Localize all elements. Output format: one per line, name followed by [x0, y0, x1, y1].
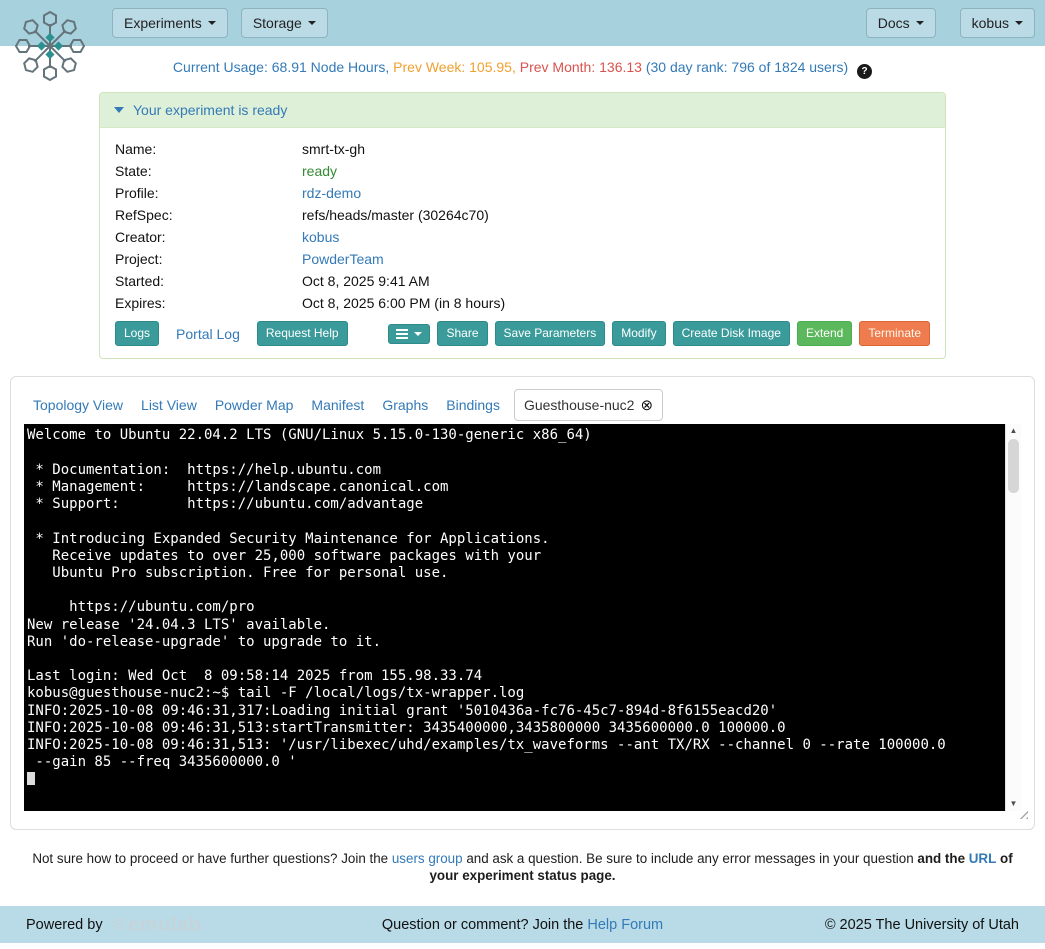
- detail-label: Expires:: [115, 292, 302, 314]
- detail-row-state: State: ready: [115, 160, 930, 182]
- experiment-actions-right: Share Save Parameters Modify Create Disk…: [388, 321, 930, 346]
- experiment-name: smrt-tx-gh: [302, 138, 365, 160]
- view-tabs: Topology View List View Powder Map Manif…: [24, 389, 1021, 421]
- detail-row-creator: Creator: kobus: [115, 226, 930, 248]
- tab-manifest[interactable]: Manifest: [302, 389, 373, 421]
- close-tab-icon[interactable]: ⊗: [640, 398, 653, 413]
- experiment-state: ready: [302, 160, 337, 182]
- align-justify-icon: [396, 333, 408, 335]
- help-note-text-1: Not sure how to proceed or have further …: [32, 851, 388, 866]
- storage-menu-label: Storage: [253, 14, 302, 33]
- detail-row-expires: Expires: Oct 8, 2025 6:00 PM (in 8 hours…: [115, 292, 930, 314]
- users-group-link[interactable]: users group: [392, 851, 463, 866]
- usage-prev-week: Prev Week: 105.95,: [393, 59, 516, 75]
- list-dropdown-button[interactable]: [388, 324, 430, 344]
- detail-label: RefSpec:: [115, 204, 302, 226]
- navbar-left: Experiments Storage: [112, 8, 328, 39]
- creator-link[interactable]: kobus: [302, 226, 339, 248]
- modify-button[interactable]: Modify: [612, 321, 665, 346]
- ssh-terminal[interactable]: Welcome to Ubuntu 22.04.2 LTS (GNU/Linux…: [24, 424, 1005, 811]
- detail-label: Project:: [115, 248, 302, 270]
- terminal-area: Welcome to Ubuntu 22.04.2 LTS (GNU/Linux…: [24, 424, 1021, 811]
- experiment-details: Name: smrt-tx-gh State: ready Profile: r…: [100, 128, 945, 358]
- tab-bindings[interactable]: Bindings: [437, 389, 509, 421]
- help-icon[interactable]: ?: [857, 64, 872, 79]
- save-parameters-button[interactable]: Save Parameters: [495, 321, 606, 346]
- usage-current: Current Usage: 68.91 Node Hours,: [173, 59, 389, 75]
- tab-topology-view[interactable]: Topology View: [24, 389, 132, 421]
- detail-label: Started:: [115, 270, 302, 292]
- tab-guesthouse-nuc2[interactable]: Guesthouse-nuc2 ⊗: [514, 389, 663, 421]
- user-menu-button[interactable]: kobus: [960, 8, 1035, 39]
- caret-down-icon: [916, 21, 924, 25]
- portal-log-link[interactable]: Portal Log: [176, 326, 240, 342]
- experiment-status-header[interactable]: Your experiment is ready: [100, 93, 945, 128]
- help-note-bold-1: and the: [917, 851, 965, 866]
- share-button[interactable]: Share: [437, 321, 487, 346]
- usage-summary: Current Usage: 68.91 Node Hours, Prev We…: [0, 59, 1045, 79]
- detail-row-name: Name: smrt-tx-gh: [115, 138, 930, 160]
- started-value: Oct 8, 2025 9:41 AM: [302, 270, 430, 292]
- detail-row-profile: Profile: rdz-demo: [115, 182, 930, 204]
- caret-down-icon: [208, 21, 216, 25]
- detail-row-project: Project: PowderTeam: [115, 248, 930, 270]
- experiment-actions: Logs Portal Log Request Help Share Save …: [115, 321, 930, 346]
- experiments-menu-button[interactable]: Experiments: [112, 8, 228, 39]
- refspec-value: refs/heads/master (30264c70): [302, 204, 489, 226]
- experiment-status-title: Your experiment is ready: [133, 102, 287, 118]
- extend-button[interactable]: Extend: [797, 321, 852, 346]
- docs-menu-label: Docs: [878, 14, 910, 33]
- terminal-cursor: [27, 772, 35, 785]
- footer-question-text: Question or comment? Join the: [382, 917, 584, 933]
- usage-prev-month: Prev Month: 136.13: [520, 59, 642, 75]
- experiment-view-panel: Topology View List View Powder Map Manif…: [10, 376, 1035, 830]
- detail-row-started: Started: Oct 8, 2025 9:41 AM: [115, 270, 930, 292]
- top-navbar: Experiments Storage Docs kobus: [0, 0, 1045, 46]
- project-link[interactable]: PowderTeam: [302, 248, 384, 270]
- gear-icon: ⚙: [111, 916, 127, 933]
- profile-link[interactable]: rdz-demo: [302, 182, 361, 204]
- help-note: Not sure how to proceed or have further …: [20, 850, 1025, 884]
- detail-label: State:: [115, 160, 302, 182]
- logs-button[interactable]: Logs: [115, 321, 159, 346]
- help-note-text-2: and ask a question. Be sure to include a…: [466, 851, 913, 866]
- emulab-wordmark: emulab: [128, 915, 201, 935]
- terminal-scrollbar[interactable]: ▲ ▼: [1005, 424, 1021, 811]
- expires-value: Oct 8, 2025 6:00 PM (in 8 hours): [302, 292, 505, 314]
- emulab-logo[interactable]: ⚙ emulab: [111, 915, 202, 935]
- scrollbar-thumb[interactable]: [1008, 439, 1019, 493]
- powered-by-label: Powered by: [26, 917, 103, 933]
- footer-bar: Powered by ⚙ emulab Question or comment?…: [0, 906, 1045, 943]
- storage-menu-button[interactable]: Storage: [241, 8, 328, 39]
- snowflake-icon: [10, 6, 90, 86]
- caret-down-icon: [414, 332, 422, 336]
- docs-menu-button[interactable]: Docs: [866, 8, 936, 39]
- collapse-caret-icon: [114, 107, 124, 113]
- tab-list-view[interactable]: List View: [132, 389, 206, 421]
- detail-label: Profile:: [115, 182, 302, 204]
- caret-down-icon: [1015, 21, 1023, 25]
- scroll-up-icon[interactable]: ▲: [1006, 424, 1021, 438]
- caret-down-icon: [308, 21, 316, 25]
- detail-row-refspec: RefSpec: refs/heads/master (30264c70): [115, 204, 930, 226]
- create-disk-image-button[interactable]: Create Disk Image: [673, 321, 790, 346]
- help-forum-link[interactable]: Help Forum: [587, 917, 663, 933]
- powder-logo[interactable]: [10, 6, 90, 86]
- terminal-output: Welcome to Ubuntu 22.04.2 LTS (GNU/Linux…: [27, 427, 946, 770]
- active-tab-label: Guesthouse-nuc2: [524, 397, 635, 413]
- tab-powder-map[interactable]: Powder Map: [206, 389, 303, 421]
- detail-label: Creator:: [115, 226, 302, 248]
- navbar-right: Docs kobus: [866, 8, 1035, 39]
- scroll-down-icon[interactable]: ▼: [1006, 797, 1021, 811]
- status-page-url-link[interactable]: URL: [969, 851, 997, 866]
- request-help-button[interactable]: Request Help: [257, 321, 348, 346]
- copyright-text: © 2025 The University of Utah: [825, 917, 1019, 933]
- user-menu-label: kobus: [972, 14, 1009, 33]
- usage-rank: (30 day rank: 796 of 1824 users): [646, 59, 848, 75]
- terminate-button[interactable]: Terminate: [859, 321, 930, 346]
- experiments-menu-label: Experiments: [124, 14, 202, 33]
- detail-label: Name:: [115, 138, 302, 160]
- tab-graphs[interactable]: Graphs: [373, 389, 437, 421]
- experiment-status-panel: Your experiment is ready Name: smrt-tx-g…: [99, 92, 946, 359]
